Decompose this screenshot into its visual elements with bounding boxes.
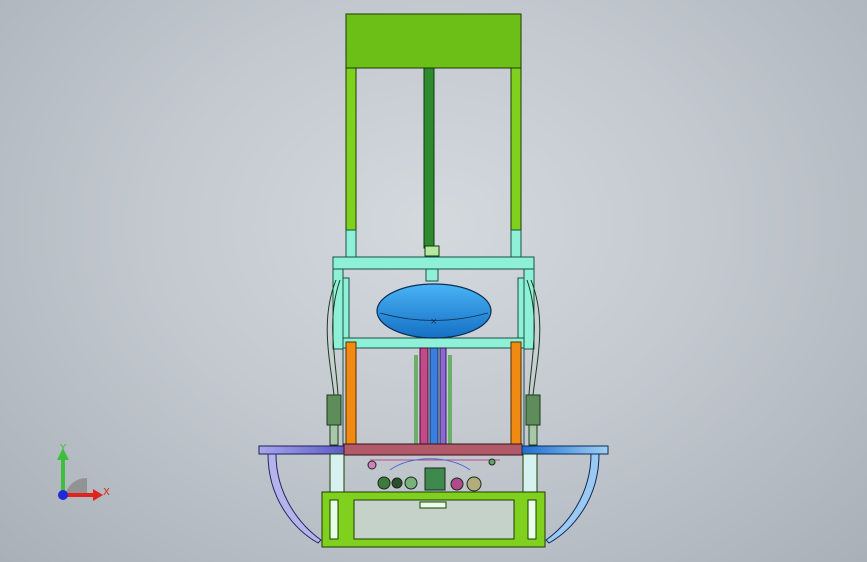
triad-x-label: X [103,487,110,498]
coordinate-triad-icon [45,440,115,510]
top-block[interactable] [345,13,522,69]
drive-mechanism[interactable] [367,458,500,492]
right-post[interactable] [510,341,522,447]
left-post[interactable] [345,341,357,447]
right-blade[interactable] [545,453,600,544]
rod-clamp[interactable] [424,245,440,257]
left-blade[interactable] [267,453,322,544]
right-column[interactable] [510,67,522,231]
svg-text:×: × [430,317,438,327]
platform-center[interactable] [343,443,523,456]
triad-y-label: Y [60,443,67,454]
dome[interactable] [376,283,492,339]
platform-right-arm[interactable] [521,445,609,455]
platform-left-arm[interactable] [258,445,345,455]
left-column[interactable] [345,67,357,231]
model-viewport[interactable]: × Y X [0,0,867,562]
assembly-drawing[interactable]: × [0,0,867,562]
lower-frame[interactable] [342,347,525,449]
central-rod[interactable] [423,67,435,249]
